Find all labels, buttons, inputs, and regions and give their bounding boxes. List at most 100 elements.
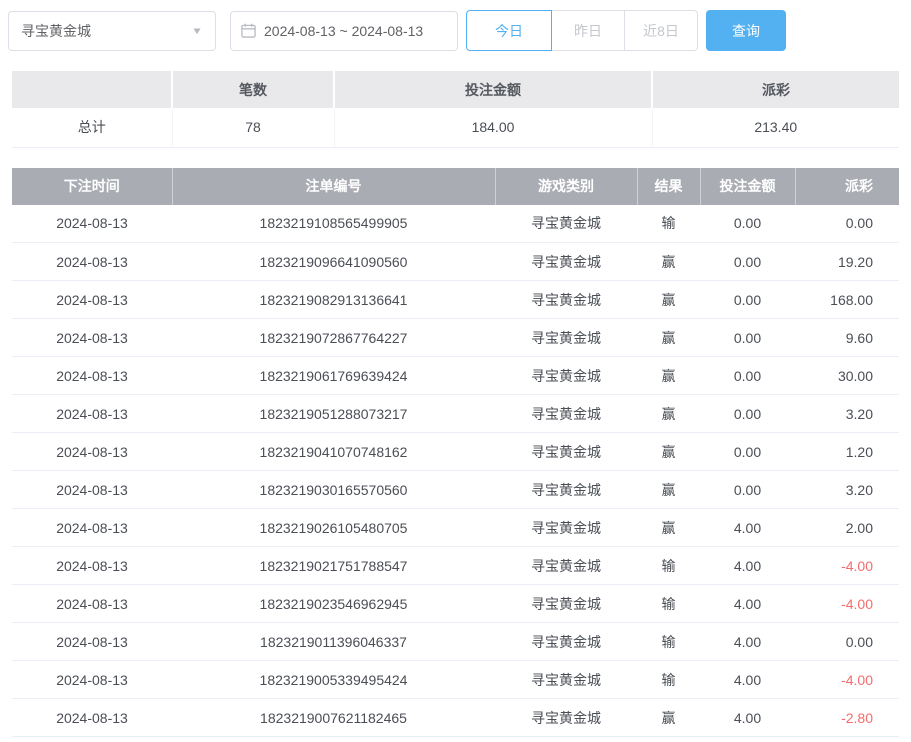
cell-bet-amount: 0.00 [700, 205, 795, 243]
cell-result: 赢 [637, 433, 700, 471]
column-header-bet-amount: 投注金额 [700, 168, 795, 205]
cell-bet-time: 2024-08-13 [12, 509, 172, 547]
cell-game-category: 寻宝黄金城 [495, 243, 637, 281]
cell-bet-amount: 4.00 [700, 699, 795, 737]
cell-bet-time: 2024-08-13 [12, 281, 172, 319]
cell-bet-amount: 0.00 [700, 357, 795, 395]
cell-game-category: 寻宝黄金城 [495, 205, 637, 243]
cell-bet-time: 2024-08-13 [12, 433, 172, 471]
cell-result: 赢 [637, 471, 700, 509]
cell-payout: 2.00 [795, 509, 899, 547]
table-row: 2024-08-13 1823219007621182465 寻宝黄金城 赢 4… [12, 699, 899, 737]
cell-order-number: 1823219005339495424 [172, 661, 495, 699]
cell-game-category: 寻宝黄金城 [495, 433, 637, 471]
summary-header-count: 笔数 [172, 71, 334, 108]
cell-payout: 168.00 [795, 281, 899, 319]
quick-date-button-group: 今日 昨日 近8日 [466, 10, 698, 51]
cell-order-number: 1823219072867764227 [172, 319, 495, 357]
column-header-payout: 派彩 [795, 168, 899, 205]
cell-bet-time: 2024-08-13 [12, 357, 172, 395]
cell-payout: 19.20 [795, 243, 899, 281]
column-header-result: 结果 [637, 168, 700, 205]
cell-game-category: 寻宝黄金城 [495, 319, 637, 357]
cell-result: 赢 [637, 395, 700, 433]
cell-order-number: 1823219096641090560 [172, 243, 495, 281]
table-row: 2024-08-13 1823219005339495424 寻宝黄金城 输 4… [12, 661, 899, 699]
cell-payout: 9.60 [795, 319, 899, 357]
cell-order-number: 1823219082913136641 [172, 281, 495, 319]
game-select[interactable]: 寻宝黄金城 ▼ [8, 11, 216, 51]
query-button[interactable]: 查询 [706, 10, 786, 51]
cell-bet-time: 2024-08-13 [12, 395, 172, 433]
table-row: 2024-08-13 1823219096641090560 寻宝黄金城 赢 0… [12, 243, 899, 281]
cell-result: 输 [637, 661, 700, 699]
bet-records-table: 下注时间 注单编号 游戏类别 结果 投注金额 派彩 2024-08-13 182… [12, 168, 899, 738]
cell-bet-amount: 0.00 [700, 395, 795, 433]
cell-result: 赢 [637, 357, 700, 395]
last-8-days-button[interactable]: 近8日 [625, 10, 698, 51]
cell-bet-time: 2024-08-13 [12, 623, 172, 661]
table-row: 2024-08-13 1823219011396046337 寻宝黄金城 输 4… [12, 623, 899, 661]
cell-bet-time: 2024-08-13 [12, 547, 172, 585]
table-row: 2024-08-13 1823219041070748162 寻宝黄金城 赢 0… [12, 433, 899, 471]
cell-bet-amount: 4.00 [700, 509, 795, 547]
cell-bet-amount: 4.00 [700, 623, 795, 661]
summary-header-payout: 派彩 [652, 71, 899, 108]
cell-result: 输 [637, 205, 700, 243]
cell-game-category: 寻宝黄金城 [495, 699, 637, 737]
table-row: 2024-08-13 1823219061769639424 寻宝黄金城 赢 0… [12, 357, 899, 395]
column-header-order-number: 注单编号 [172, 168, 495, 205]
cell-order-number: 1823219023546962945 [172, 585, 495, 623]
cell-result: 赢 [637, 319, 700, 357]
yesterday-button[interactable]: 昨日 [552, 10, 625, 51]
cell-game-category: 寻宝黄金城 [495, 395, 637, 433]
column-header-bet-time: 下注时间 [12, 168, 172, 205]
cell-order-number: 1823219030165570560 [172, 471, 495, 509]
calendar-icon [241, 23, 256, 38]
cell-bet-amount: 4.00 [700, 547, 795, 585]
cell-payout: -4.00 [795, 547, 899, 585]
cell-bet-amount: 0.00 [700, 319, 795, 357]
summary-total-row: 总计 78 184.00 213.40 [12, 108, 899, 147]
cell-result: 输 [637, 585, 700, 623]
cell-result: 赢 [637, 243, 700, 281]
table-row: 2024-08-13 1823219021751788547 寻宝黄金城 输 4… [12, 547, 899, 585]
date-range-picker[interactable]: 2024-08-13 ~ 2024-08-13 [230, 11, 458, 51]
summary-total-label: 总计 [12, 108, 172, 147]
column-header-game-category: 游戏类别 [495, 168, 637, 205]
toolbar: 寻宝黄金城 ▼ 2024-08-13 ~ 2024-08-13 今日 昨日 近8… [0, 0, 911, 61]
cell-bet-time: 2024-08-13 [12, 471, 172, 509]
cell-game-category: 寻宝黄金城 [495, 281, 637, 319]
summary-header-bet-amount: 投注金额 [334, 71, 652, 108]
game-select-value: 寻宝黄金城 [21, 21, 91, 41]
cell-bet-amount: 0.00 [700, 281, 795, 319]
cell-result: 赢 [637, 699, 700, 737]
cell-payout: 0.00 [795, 623, 899, 661]
table-row: 2024-08-13 1823219026105480705 寻宝黄金城 赢 4… [12, 509, 899, 547]
cell-payout: -2.80 [795, 699, 899, 737]
cell-order-number: 1823219108565499905 [172, 205, 495, 243]
cell-result: 输 [637, 547, 700, 585]
table-row: 2024-08-13 1823219108565499905 寻宝黄金城 输 0… [12, 205, 899, 243]
today-button[interactable]: 今日 [466, 10, 552, 51]
table-row: 2024-08-13 1823219051288073217 寻宝黄金城 赢 0… [12, 395, 899, 433]
cell-bet-amount: 0.00 [700, 243, 795, 281]
cell-payout: -4.00 [795, 585, 899, 623]
cell-payout: 30.00 [795, 357, 899, 395]
cell-result: 赢 [637, 281, 700, 319]
cell-result: 输 [637, 623, 700, 661]
records-header-row: 下注时间 注单编号 游戏类别 结果 投注金额 派彩 [12, 168, 899, 205]
date-range-value: 2024-08-13 ~ 2024-08-13 [264, 23, 423, 39]
cell-bet-time: 2024-08-13 [12, 661, 172, 699]
summary-total-count: 78 [172, 108, 334, 147]
cell-bet-time: 2024-08-13 [12, 243, 172, 281]
cell-order-number: 1823219041070748162 [172, 433, 495, 471]
cell-game-category: 寻宝黄金城 [495, 547, 637, 585]
cell-game-category: 寻宝黄金城 [495, 357, 637, 395]
cell-game-category: 寻宝黄金城 [495, 623, 637, 661]
cell-order-number: 1823219026105480705 [172, 509, 495, 547]
cell-bet-amount: 0.00 [700, 471, 795, 509]
chevron-down-icon: ▼ [191, 25, 203, 36]
cell-bet-amount: 4.00 [700, 585, 795, 623]
cell-bet-time: 2024-08-13 [12, 319, 172, 357]
